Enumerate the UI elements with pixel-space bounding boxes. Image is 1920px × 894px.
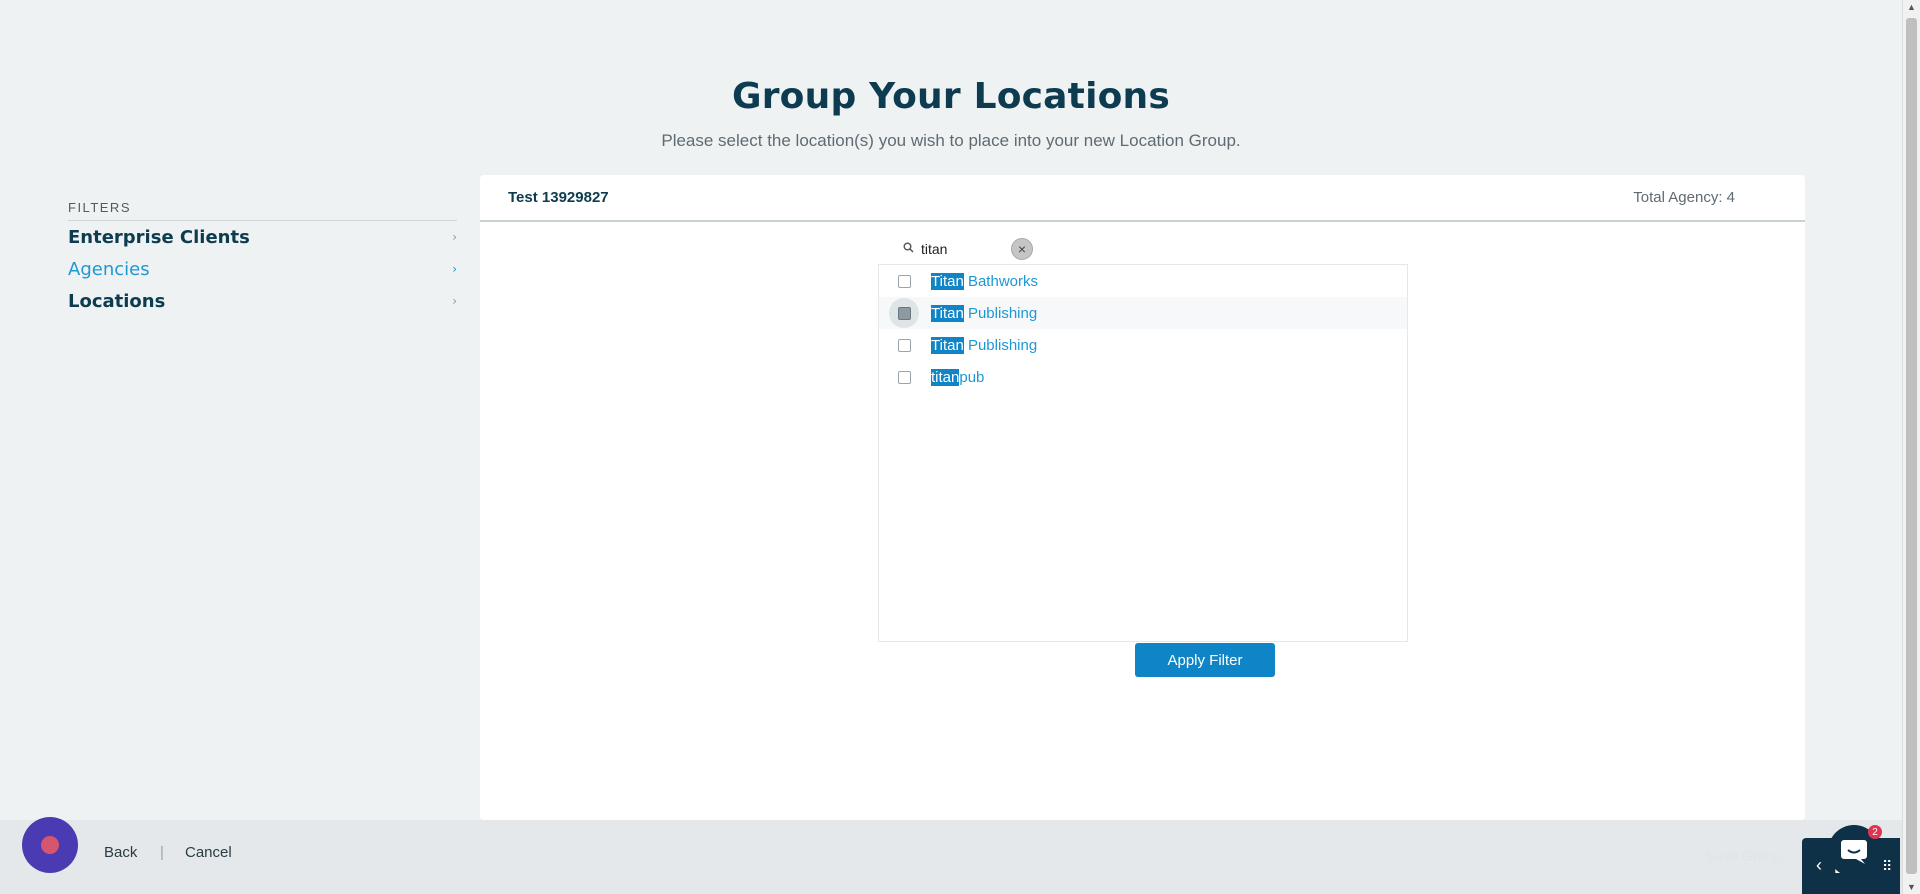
footer-bar: Back | Cancel Save Group — [0, 820, 1902, 894]
checkbox[interactable] — [889, 266, 919, 296]
list-item[interactable]: Titan Publishing — [879, 297, 1407, 329]
apply-filter-button[interactable]: Apply Filter — [1135, 643, 1275, 677]
filter-locations[interactable]: Locations › — [68, 285, 457, 317]
search-box[interactable]: titan × — [903, 235, 1033, 263]
clear-search-icon[interactable]: × — [1011, 238, 1033, 260]
back-button[interactable]: Back — [104, 844, 137, 861]
filters-title: FILTERS — [68, 200, 457, 221]
filters-sidebar: FILTERS Enterprise Clients › Agencies › … — [68, 200, 457, 317]
status-dot — [41, 836, 59, 854]
search-input[interactable]: titan — [921, 241, 1011, 257]
notification-badge: 2 — [1868, 825, 1882, 839]
page-scrollbar[interactable]: ▲ ▼ — [1902, 0, 1920, 894]
scrollbar-thumb[interactable] — [1906, 18, 1917, 874]
filter-enterprise-clients[interactable]: Enterprise Clients › — [68, 221, 457, 253]
page-subtitle: Please select the location(s) you wish t… — [661, 131, 1241, 150]
item-label: Titan Bathworks — [931, 272, 1038, 290]
checkbox[interactable] — [889, 330, 919, 360]
filter-agencies[interactable]: Agencies › — [68, 253, 457, 285]
chevron-left-icon[interactable]: ‹ — [1816, 855, 1822, 876]
item-label: Titan Publishing — [931, 336, 1038, 354]
chevron-right-icon: › — [452, 262, 457, 276]
chevron-right-icon: › — [452, 230, 457, 244]
panel-header: Test 13929827 Total Agency: 4 — [480, 175, 1805, 222]
filter-label: Enterprise Clients — [68, 226, 250, 248]
total-count: Total Agency: 4 — [1633, 189, 1735, 206]
chevron-right-icon: › — [452, 294, 457, 308]
item-label: titanpub — [931, 368, 985, 386]
filter-label: Locations — [68, 290, 166, 312]
checkbox[interactable] — [889, 362, 919, 392]
cancel-button[interactable]: Cancel — [185, 844, 232, 861]
filter-label: Agencies — [68, 258, 150, 280]
save-group-button[interactable]: Save Group — [1706, 848, 1781, 864]
search-icon — [903, 242, 917, 256]
list-item[interactable]: titanpub — [879, 361, 1407, 393]
grid-icon[interactable]: ⠿ — [1882, 858, 1892, 875]
list-item[interactable]: Titan Bathworks — [879, 265, 1407, 297]
scroll-down-icon[interactable]: ▼ — [1907, 882, 1916, 892]
scroll-up-icon[interactable]: ▲ — [1907, 2, 1916, 12]
list-item[interactable]: Titan Publishing — [879, 329, 1407, 361]
group-name: Test 13929827 — [508, 189, 609, 206]
selection-panel: Test 13929827 Total Agency: 4 titan × Ti… — [480, 175, 1805, 820]
checkbox[interactable] — [889, 298, 919, 328]
page-title: Group Your Locations — [731, 76, 1171, 117]
item-label: Titan Publishing — [931, 304, 1038, 322]
chat-launcher-icon[interactable] — [22, 817, 78, 873]
results-list: Titan Bathworks Titan Publishing Titan P… — [878, 264, 1408, 642]
footer-separator: | — [160, 844, 164, 861]
